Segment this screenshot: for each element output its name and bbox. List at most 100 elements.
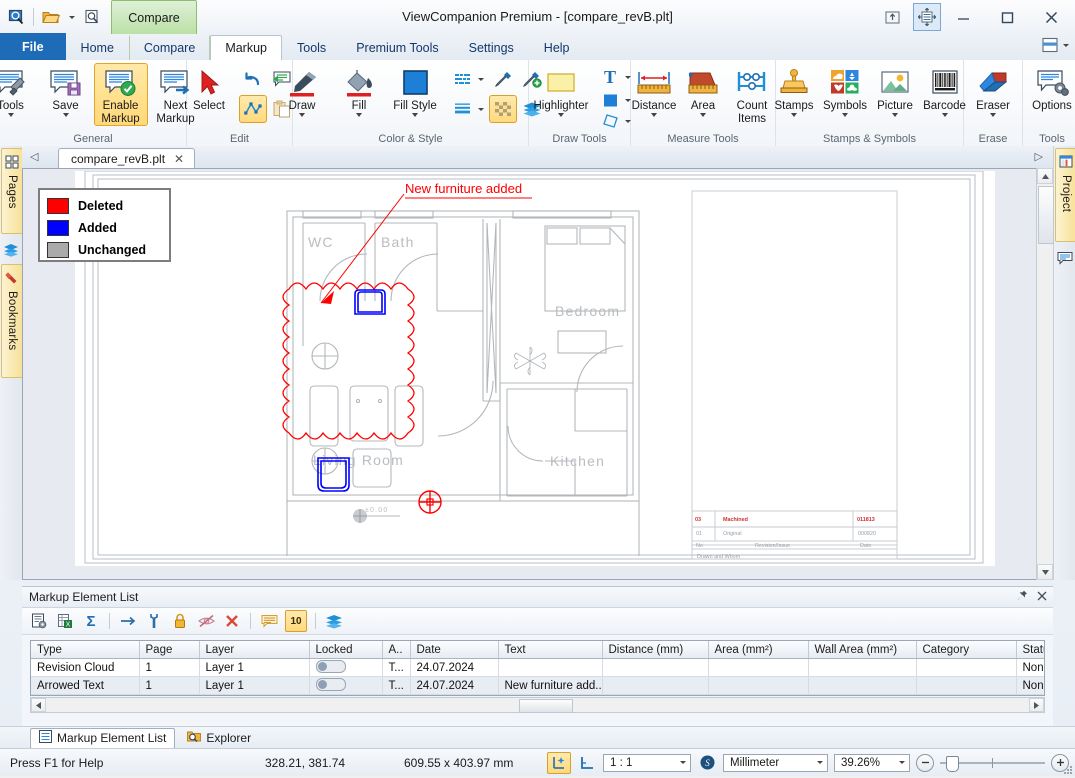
hide-icon[interactable] <box>196 611 216 631</box>
measure-distance-button[interactable]: Distance <box>629 63 679 118</box>
tab-compare[interactable]: Compare <box>128 35 211 60</box>
fill-style-chevron-down-icon[interactable] <box>412 112 418 117</box>
column-a[interactable]: A.. <box>382 641 411 659</box>
count-badge-icon[interactable]: 10 <box>285 610 307 632</box>
sidebar-tab-pages[interactable]: Pages <box>1 148 23 234</box>
column-locked[interactable]: Locked <box>309 641 383 659</box>
enable-markup-button[interactable]: Enable Markup <box>93 63 148 126</box>
settings-wrench-icon[interactable] <box>144 611 164 631</box>
symbols-chevron-down-icon[interactable] <box>842 112 848 117</box>
tab-markup[interactable]: Markup <box>210 35 282 60</box>
maximize-button[interactable] <box>985 2 1029 32</box>
symbols-button[interactable]: Symbols <box>819 63 871 118</box>
close-icon[interactable]: ✕ <box>174 152 184 166</box>
select-button[interactable]: Select <box>183 63 235 114</box>
scroll-left-button[interactable] <box>31 698 46 712</box>
minimize-button[interactable] <box>941 2 985 32</box>
document-tab-compare-revb[interactable]: compare_revB.plt ✕ <box>58 148 196 170</box>
ribbon-display-icon[interactable] <box>1040 36 1060 54</box>
sum-sigma-icon[interactable]: Σ <box>81 611 101 631</box>
column-area[interactable]: Area (mm²) <box>708 641 809 659</box>
chevron-down-icon[interactable] <box>680 761 686 764</box>
chevron-down-icon[interactable] <box>899 761 905 764</box>
line-style-icon[interactable] <box>449 65 477 93</box>
markup-options-button[interactable]: Options <box>1025 63 1075 114</box>
picture-chevron-down-icon[interactable] <box>892 112 898 117</box>
column-distance[interactable]: Distance (mm) <box>602 641 709 659</box>
line-style-chevron-down-icon[interactable] <box>478 77 484 81</box>
tab-settings[interactable]: Settings <box>454 35 529 60</box>
fit-page-icon[interactable] <box>871 2 913 32</box>
measure-corner-icon[interactable] <box>577 753 597 773</box>
column-type[interactable]: Type <box>31 641 140 659</box>
lock-toggle[interactable] <box>315 677 346 691</box>
rectangle-fill-icon[interactable] <box>596 89 624 111</box>
markup-save-button[interactable]: Save <box>39 63 93 118</box>
tab-help[interactable]: Help <box>529 35 585 60</box>
column-date[interactable]: Date <box>410 641 499 659</box>
markup-table-horizontal-scrollbar[interactable] <box>30 697 1045 713</box>
column-category[interactable]: Category <box>916 641 1017 659</box>
measure-area-chevron-down-icon[interactable] <box>700 112 706 117</box>
eraser-chevron-down-icon[interactable] <box>990 112 996 117</box>
units-combo[interactable]: Millimeter <box>723 753 828 772</box>
column-text[interactable]: Text <box>498 641 603 659</box>
column-status[interactable]: Status <box>1016 641 1044 659</box>
column-wall-area[interactable]: Wall Area (mm²) <box>808 641 917 659</box>
highlighter-button[interactable]: Highlighter <box>528 63 594 118</box>
scale-combo[interactable]: 1 : 1 <box>603 753 691 772</box>
stamps-chevron-down-icon[interactable] <box>791 112 797 117</box>
line-width-icon[interactable] <box>449 95 477 123</box>
markup-tools-button[interactable]: Tools <box>0 63 38 118</box>
comment-balloon-icon[interactable] <box>1055 248 1075 268</box>
lock-toggle[interactable] <box>315 659 346 673</box>
sidebar-tab-bookmarks[interactable]: Bookmarks <box>1 264 23 378</box>
scale-set-icon[interactable] <box>547 751 571 774</box>
scroll-thumb[interactable] <box>1038 186 1054 244</box>
floating-compare-tab[interactable]: Compare <box>111 0 197 35</box>
chevron-down-icon[interactable] <box>817 761 823 764</box>
barcode-chevron-down-icon[interactable] <box>941 112 948 117</box>
column-layer[interactable]: Layer <box>199 641 310 659</box>
edit-nodes-icon[interactable] <box>239 95 267 123</box>
units-globe-icon[interactable]: S <box>697 753 717 773</box>
properties-icon[interactable] <box>29 611 49 631</box>
fill-chevron-down-icon[interactable] <box>356 112 362 117</box>
cell-locked[interactable] <box>309 676 383 695</box>
export-excel-icon[interactable]: X <box>55 611 75 631</box>
document-tab-prev[interactable]: ◁ <box>30 150 38 163</box>
layers-icon[interactable] <box>324 611 344 631</box>
cell-locked[interactable] <box>309 658 383 677</box>
markup-save-chevron-down-icon[interactable] <box>62 112 69 117</box>
zoom-slider-knob[interactable] <box>946 755 959 772</box>
layers-stack-icon[interactable] <box>1 240 21 260</box>
lock-icon[interactable] <box>170 611 190 631</box>
tab-home[interactable]: Home <box>66 35 129 60</box>
text-tool-icon[interactable]: T <box>596 65 624 89</box>
comment-icon[interactable] <box>259 611 279 631</box>
eraser-button[interactable]: Eraser <box>967 63 1019 118</box>
ribbon-options-chevron-icon[interactable] <box>1063 43 1069 47</box>
resize-grip[interactable] <box>1061 763 1073 775</box>
close-button[interactable] <box>1029 2 1073 32</box>
hscroll-thumb[interactable] <box>519 699 573 713</box>
canvas-vertical-scrollbar[interactable] <box>1036 168 1054 580</box>
zoom-combo[interactable]: 39.26% <box>834 753 910 772</box>
tab-tools[interactable]: Tools <box>282 35 341 60</box>
fit-height-icon[interactable] <box>913 3 941 31</box>
measure-distance-chevron-down-icon[interactable] <box>651 112 657 117</box>
bottom-tab-explorer[interactable]: Explorer <box>179 729 259 748</box>
stamps-button[interactable]: Stamps <box>769 63 819 118</box>
scroll-down-button[interactable] <box>1037 564 1053 580</box>
polygon-shape-icon[interactable] <box>596 111 624 131</box>
markup-element-table[interactable]: Type Page Layer Locked A.. Date Text Dis… <box>30 640 1045 696</box>
drawing-canvas[interactable]: WC Bath Bedroom Living Room Kitchen ±0.0… <box>22 168 1053 580</box>
eyedropper-icon[interactable] <box>489 65 517 93</box>
undo-icon[interactable] <box>239 65 267 93</box>
pin-icon[interactable] <box>1017 590 1028 604</box>
markup-tools-chevron-down-icon[interactable] <box>7 112 14 117</box>
picture-button[interactable]: Picture <box>871 63 919 118</box>
document-tab-next[interactable]: ▷ <box>1035 150 1043 163</box>
goto-arrow-icon[interactable] <box>118 611 138 631</box>
transparency-checker-icon[interactable] <box>489 95 517 123</box>
